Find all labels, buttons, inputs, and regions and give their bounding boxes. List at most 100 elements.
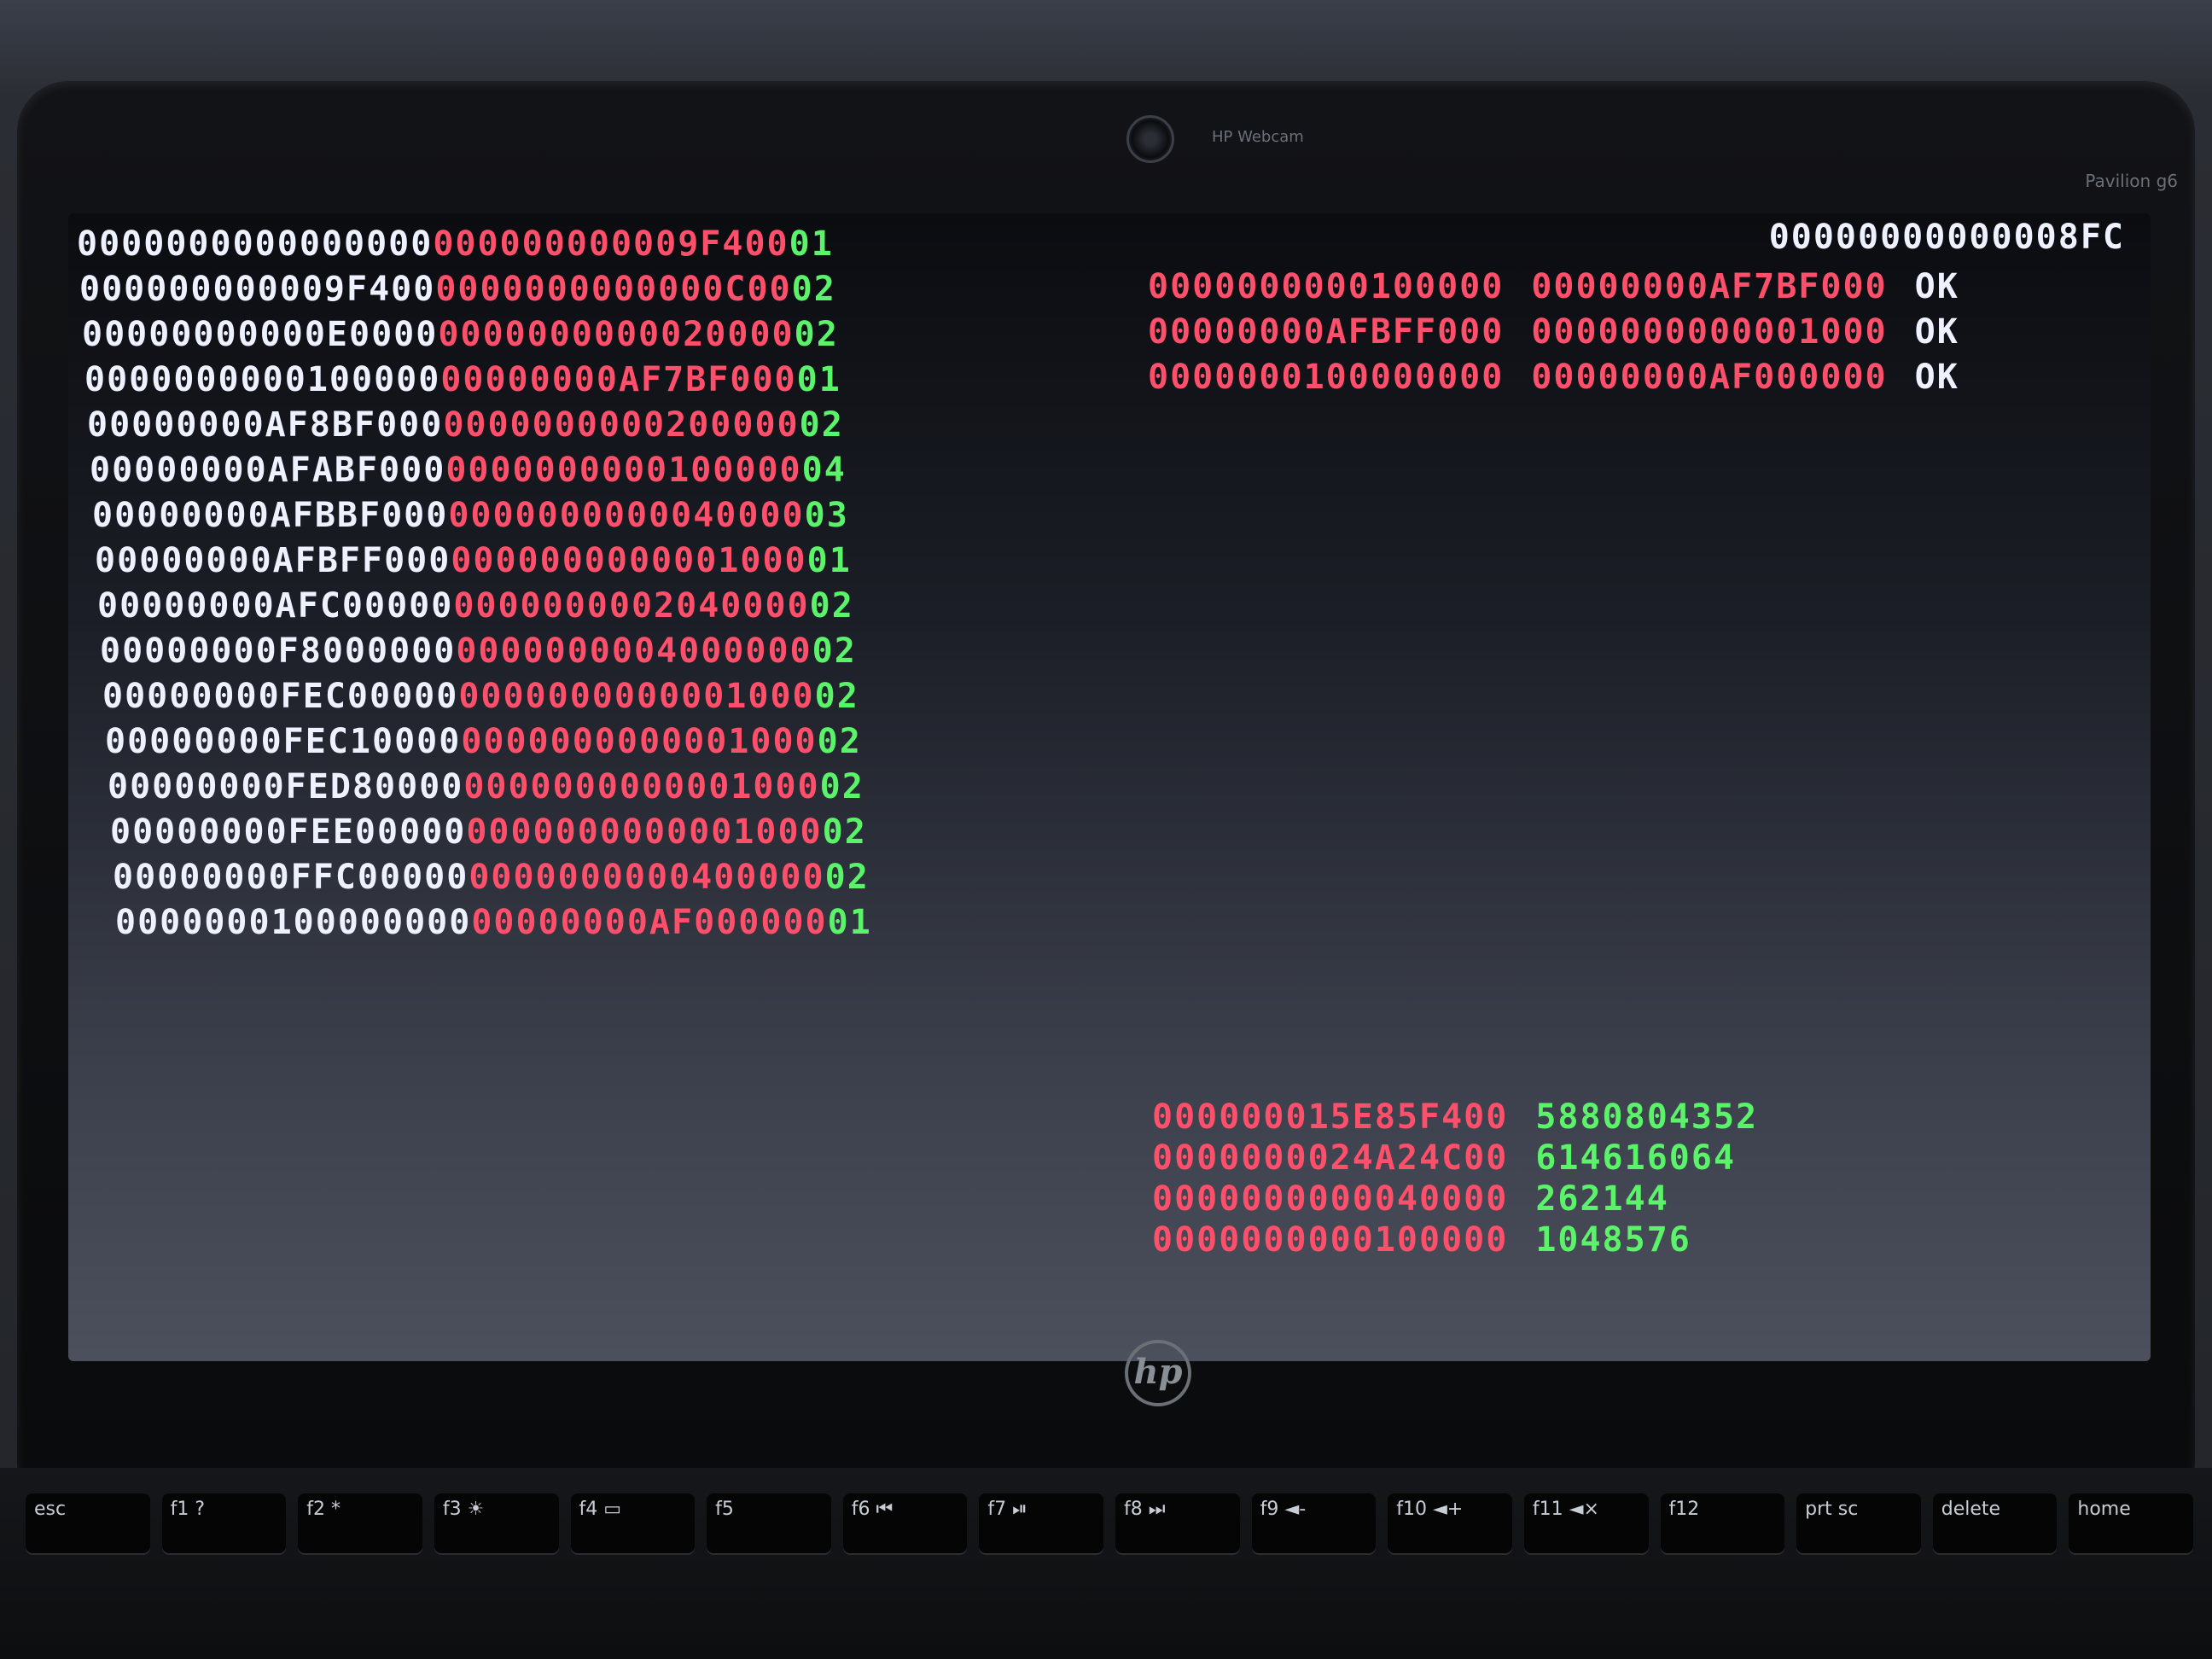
summary-value: 00000000000008FC [1768,218,2125,257]
model-label: Pavilion g6 [2085,171,2178,191]
region-length: 0000000000001000 [466,812,823,852]
keyboard-key[interactable]: f4 ▭ [570,1493,696,1553]
region-type: 02 [799,405,844,445]
base-address: 00000000F8000000 [100,632,457,671]
region-type: 01 [789,224,834,264]
photo-scene: HP Webcam Pavilion g6 0000000000000000 00… [0,0,2212,1659]
keyboard-key[interactable]: f2 * [298,1493,422,1553]
base-address: 00000000FEC00000 [102,677,459,716]
memory-map-row: 0000000000000000 000000000009F400 01 [77,222,872,267]
total-decimal: 1048576 [1535,1220,1691,1260]
keyboard-key[interactable]: prt sc [1796,1493,1921,1553]
keyboard-key[interactable]: f10 ◄+ [1388,1493,1512,1553]
region-length: 0000000000001000 [463,767,820,806]
base-address: 00000000FEE00000 [110,812,467,852]
region-type: 02 [819,767,864,806]
totals-table: 000000015E85F400 5880804352 0000000024A24C… [1152,1097,1758,1260]
total-hex: 0000000000040000 [1152,1179,1509,1219]
range-check-row: 00000000AFBFF000 0000000000001000 OK [1148,310,1959,355]
region-type: 02 [791,270,836,309]
check-length: 0000000000001000 [1531,312,1888,352]
region-length: 0000000000020000 [438,315,795,354]
memory-map-row: 000000000009F400 0000000000000C00 02 [79,267,872,312]
region-length: 0000000000400000 [469,858,825,897]
keyboard-key[interactable]: f6 ⏮ [842,1493,968,1553]
region-type: 01 [796,360,841,399]
region-type: 02 [822,812,867,852]
memory-map-row: 00000000FEC00000 0000000000001000 02 [102,674,872,719]
keyboard-key[interactable]: f9 ◄- [1251,1493,1377,1553]
check-status: OK [1914,358,1959,397]
keyboard-key[interactable]: f8 ⏭ [1115,1493,1240,1553]
base-address: 00000000AFC00000 [97,586,454,626]
region-length: 0000000000200000 [443,405,800,445]
region-type: 02 [809,586,854,626]
region-type: 02 [812,632,857,671]
region-type: 01 [827,903,872,942]
region-type: 02 [817,722,862,761]
total-decimal: 5880804352 [1535,1097,1759,1137]
totals-row: 0000000024A24C00 614616064 [1152,1138,1758,1179]
base-address: 00000000AF8BF000 [87,405,444,445]
check-status: OK [1914,312,1959,352]
region-length: 0000000004000000 [456,632,812,671]
region-length: 0000000000001000 [461,722,818,761]
base-address: 00000000AFABF000 [90,451,446,490]
region-length: 0000000000001000 [451,541,807,580]
keyboard-key[interactable]: home [2069,1493,2193,1553]
range-check-row: 0000000100000000 00000000AF000000 OK [1148,355,1959,400]
region-type: 03 [804,496,849,535]
region-type: 02 [824,858,870,897]
keyboard-key[interactable]: f1 ? [161,1493,287,1553]
check-length: 00000000AF7BF000 [1531,267,1888,306]
keyboard-key[interactable]: f7 ⏯ [979,1493,1103,1553]
base-address: 00000000FFC00000 [113,858,469,897]
base-address: 00000000FED80000 [108,767,464,806]
base-address: 00000000AFBBF000 [92,496,449,535]
base-address: 0000000000000000 [77,224,434,264]
check-base: 00000000AFBFF000 [1148,312,1505,352]
region-length: 000000000009F400 [433,224,789,264]
total-hex: 0000000000100000 [1152,1220,1509,1260]
webcam-label: HP Webcam [1212,128,1304,146]
keyboard-key[interactable]: f11 ◄× [1523,1493,1649,1553]
keyboard-key[interactable]: f12 [1660,1493,1785,1553]
display-screen: 0000000000000000 000000000009F400 01 000000… [68,213,2151,1361]
region-length: 0000000000001000 [458,677,815,716]
memory-map-row: 00000000AFABF000 0000000000100000 04 [90,448,872,493]
keyboard-key[interactable]: f3 ☀ [434,1493,559,1553]
memory-map-row: 00000000AFBBF000 0000000000040000 03 [92,493,872,538]
region-length: 0000000000000C00 [435,270,792,309]
check-length: 00000000AF000000 [1531,358,1888,397]
region-type: 02 [794,315,839,354]
keyboard-key[interactable]: f5 [707,1493,831,1553]
memory-map-row: 00000000FFC00000 0000000000400000 02 [113,855,872,900]
base-address: 00000000000E0000 [82,315,439,354]
base-address: 0000000100000000 [115,903,472,942]
totals-row: 000000015E85F400 5880804352 [1152,1097,1758,1138]
memory-map-row: 00000000FED80000 0000000000001000 02 [108,765,872,810]
base-address: 00000000AFBFF000 [95,541,451,580]
region-length: 0000000000100000 [445,451,802,490]
memory-map-row: 0000000100000000 00000000AF000000 01 [115,900,872,946]
memory-map-row: 0000000000100000 00000000AF7BF000 01 [84,358,872,403]
region-length: 00000000AF000000 [471,903,828,942]
keyboard-key[interactable]: esc [26,1493,150,1553]
memory-map-row: 00000000F8000000 0000000004000000 02 [100,629,872,674]
keyboard: esc f1 ? f2 * f3 ☀ f4 ▭ f5 f6 ⏮ f7 ⏯ f8 ⏭ f9 ◄- f1… [0,1468,2212,1659]
region-type: 04 [801,451,847,490]
memory-map-row: 00000000AF8BF000 0000000000200000 02 [87,403,872,448]
region-length: 0000000002040000 [453,586,810,626]
region-type: 02 [814,677,859,716]
memory-map-row: 00000000AFC00000 0000000002040000 02 [97,584,872,629]
range-check-table: 0000000000100000 00000000AF7BF000 OK 000000… [1148,265,1959,400]
total-hex: 0000000024A24C00 [1152,1138,1509,1178]
webcam-icon [1126,115,1174,163]
region-type: 01 [806,541,852,580]
total-decimal: 614616064 [1535,1138,1737,1178]
keyboard-key[interactable]: delete [1932,1493,2058,1553]
memory-map-row: 00000000000E0000 0000000000020000 02 [82,312,872,358]
base-address: 000000000009F400 [79,270,436,309]
memory-map-table: 0000000000000000 000000000009F400 01 000000… [77,222,872,946]
hp-logo-icon: hp [1125,1340,1191,1406]
